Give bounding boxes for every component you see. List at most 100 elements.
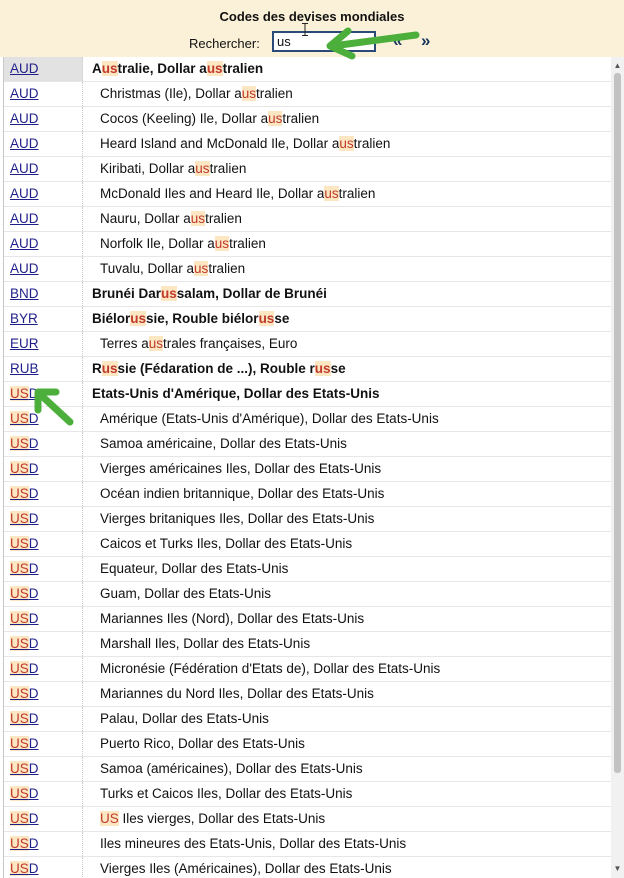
currency-row[interactable]: USD Samoa américaine, Dollar des Etats-Un…: [4, 432, 612, 457]
currency-code-link[interactable]: AUD: [10, 86, 39, 101]
currency-row[interactable]: USD Micronésie (Fédération d'Etats de), D…: [4, 657, 612, 682]
currency-code-cell: USD: [4, 732, 83, 756]
currency-code-link[interactable]: USD: [10, 411, 39, 426]
currency-row[interactable]: EUR Terres australes françaises, Euro: [4, 332, 612, 357]
search-match-highlight: us: [268, 111, 283, 126]
currency-code-link[interactable]: BYR: [10, 311, 38, 326]
currency-code-link[interactable]: EUR: [10, 336, 39, 351]
currency-code-link[interactable]: AUD: [10, 186, 39, 201]
currency-row[interactable]: RUB Russie (Fédaration de ...), Rouble ru…: [4, 357, 612, 382]
currency-code-link[interactable]: USD: [10, 636, 39, 651]
currency-code-cell: AUD: [4, 207, 83, 231]
search-box[interactable]: [272, 31, 376, 52]
currency-code-link[interactable]: USD: [10, 561, 39, 576]
currency-row[interactable]: USD Vierges américaines Iles, Dollar des …: [4, 457, 612, 482]
currency-code-link[interactable]: AUD: [10, 61, 39, 76]
currency-row[interactable]: USD Turks et Caicos Iles, Dollar des Etat…: [4, 782, 612, 807]
scroll-down-icon[interactable]: ▼: [611, 862, 624, 876]
currency-code-link[interactable]: AUD: [10, 161, 39, 176]
currency-code-link[interactable]: USD: [10, 436, 39, 451]
currency-row[interactable]: USD Palau, Dollar des Etats-Unis: [4, 707, 612, 732]
currency-code-link[interactable]: USD: [10, 536, 39, 551]
currency-code-link[interactable]: USD: [10, 786, 39, 801]
search-input[interactable]: [274, 33, 373, 50]
scroll-thumb[interactable]: [614, 73, 621, 773]
currency-code-link[interactable]: USD: [10, 661, 39, 676]
currency-row[interactable]: USD Vierges britaniques Iles, Dollar des …: [4, 507, 612, 532]
search-match-highlight: us: [194, 261, 209, 276]
currency-row[interactable]: AUD Heard Island and McDonald Ile, Dollar…: [4, 132, 612, 157]
search-match-highlight: US: [10, 736, 29, 751]
country-currency-name: US Iles vierges, Dollar des Etats-Unis: [100, 811, 326, 826]
currency-code-cell: AUD: [4, 157, 83, 181]
currency-code-cell: USD: [4, 682, 83, 706]
next-page-button[interactable]: »: [421, 31, 430, 51]
currency-row[interactable]: AUD Christmas (Ile), Dollar australien: [4, 82, 612, 107]
currency-rows: AUD Australie, Dollar australien AUD Christ…: [4, 57, 612, 878]
header: Codes des devises mondiales Rechercher: …: [0, 0, 624, 57]
currency-code-link[interactable]: USD: [10, 811, 39, 826]
currency-row[interactable]: USD Mariannes du Nord Iles, Dollar des Et…: [4, 682, 612, 707]
currency-code-cell: USD: [4, 532, 83, 556]
currency-code-link[interactable]: AUD: [10, 111, 39, 126]
search-match-highlight: us: [258, 311, 275, 326]
search-match-highlight: us: [190, 211, 206, 226]
currency-code-link[interactable]: USD: [10, 461, 39, 476]
currency-code-link[interactable]: USD: [10, 386, 39, 401]
currency-row[interactable]: USD US Iles vierges, Dollar des Etats-Uni…: [4, 807, 612, 832]
currency-code-link[interactable]: USD: [10, 836, 39, 851]
currency-row[interactable]: USD Mariannes Iles (Nord), Dollar des Eta…: [4, 607, 612, 632]
currency-row[interactable]: USD Océan indien britannique, Dollar des …: [4, 482, 612, 507]
currency-code-cell: USD: [4, 832, 83, 856]
country-currency-name: Brunéi Darussalam, Dollar de Brunéi: [92, 286, 327, 301]
country-currency-name: Biélorussie, Rouble biélorusse: [92, 311, 290, 326]
currency-code-link[interactable]: AUD: [10, 211, 39, 226]
currency-row[interactable]: USD Samoa (américaines), Dollar des Etats…: [4, 757, 612, 782]
currency-code-link[interactable]: USD: [10, 586, 39, 601]
currency-code-link[interactable]: USD: [10, 761, 39, 776]
currency-row[interactable]: AUD McDonald Iles and Heard Ile, Dollar a…: [4, 182, 612, 207]
currency-code-link[interactable]: RUB: [10, 361, 39, 376]
currency-row[interactable]: USD Caicos et Turks Iles, Dollar des Etat…: [4, 532, 612, 557]
country-currency-name: Etats-Unis d'Amérique, Dollar des Etats-…: [92, 386, 380, 401]
scroll-up-icon[interactable]: ▲: [611, 59, 624, 73]
currency-code-link[interactable]: AUD: [10, 236, 39, 251]
currency-row[interactable]: USD Equateur, Dollar des Etats-Unis: [4, 557, 612, 582]
currency-code-link[interactable]: BND: [10, 286, 39, 301]
currency-row[interactable]: AUD Norfolk Ile, Dollar australien: [4, 232, 612, 257]
currency-row[interactable]: AUD Tuvalu, Dollar australien: [4, 257, 612, 282]
currency-code-cell: USD: [4, 582, 83, 606]
currency-code-link[interactable]: USD: [10, 486, 39, 501]
currency-row[interactable]: AUD Cocos (Keeling) Ile, Dollar australie…: [4, 107, 612, 132]
currency-row[interactable]: AUD Nauru, Dollar australien: [4, 207, 612, 232]
currency-row[interactable]: AUD Australie, Dollar australien: [4, 57, 612, 82]
search-match-highlight: US: [10, 861, 29, 876]
currency-code-link[interactable]: AUD: [10, 136, 39, 151]
currency-row[interactable]: BYR Biélorussie, Rouble biélorusse: [4, 307, 612, 332]
country-currency-name: Christmas (Ile), Dollar australien: [100, 86, 293, 101]
currency-row[interactable]: USD Guam, Dollar des Etats-Unis: [4, 582, 612, 607]
currency-row[interactable]: USD Etats-Unis d'Amérique, Dollar des Eta…: [4, 382, 612, 407]
currency-row[interactable]: BND Brunéi Darussalam, Dollar de Brunéi: [4, 282, 612, 307]
currency-code-cell: USD: [4, 382, 83, 406]
vertical-scrollbar[interactable]: ▲ ▼: [611, 57, 624, 878]
currency-row[interactable]: AUD Kiribati, Dollar australien: [4, 157, 612, 182]
currency-row[interactable]: USD Iles mineures des Etats-Unis, Dollar …: [4, 832, 612, 857]
search-match-highlight: us: [314, 361, 331, 376]
search-match-highlight: us: [101, 61, 118, 76]
currency-code-link[interactable]: USD: [10, 686, 39, 701]
currency-row[interactable]: USD Puerto Rico, Dollar des Etats-Unis: [4, 732, 612, 757]
currency-code-link[interactable]: USD: [10, 511, 39, 526]
currency-row[interactable]: USD Vierges Iles (Américaines), Dollar de…: [4, 857, 612, 878]
currency-code-link[interactable]: AUD: [10, 261, 39, 276]
currency-code-link[interactable]: USD: [10, 611, 39, 626]
currency-code-link[interactable]: USD: [10, 711, 39, 726]
currency-code-link[interactable]: USD: [10, 736, 39, 751]
search-match-highlight: US: [10, 661, 29, 676]
currency-row[interactable]: USD Amérique (Etats-Unis d'Amérique), Dol…: [4, 407, 612, 432]
currency-code-link[interactable]: USD: [10, 861, 39, 876]
currency-row[interactable]: USD Marshall Iles, Dollar des Etats-Unis: [4, 632, 612, 657]
country-currency-name: Turks et Caicos Iles, Dollar des Etats-U…: [100, 786, 353, 801]
search-match-highlight: US: [10, 386, 29, 401]
prev-page-button[interactable]: «: [393, 31, 402, 51]
